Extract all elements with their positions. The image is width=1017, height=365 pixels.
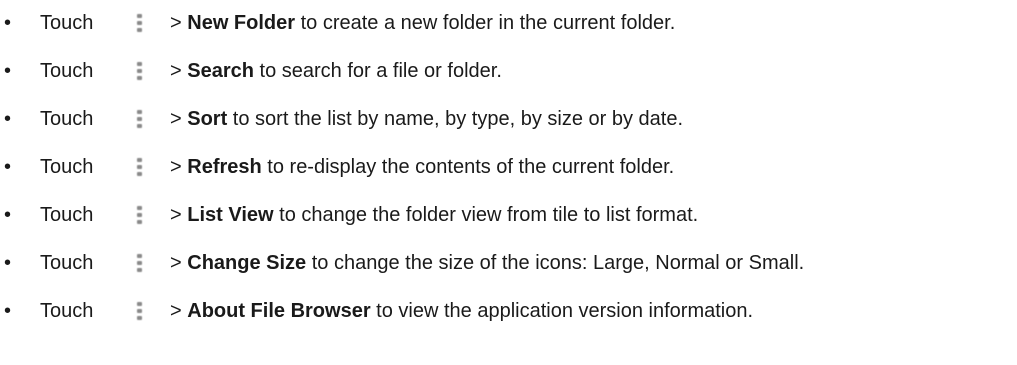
instruction-text: > Search to search for a file or folder. (170, 52, 502, 90)
command-name: List View (187, 204, 274, 226)
bullet: • (4, 252, 12, 274)
gt-sign: > (170, 204, 182, 226)
more-vert-icon (137, 302, 143, 324)
command-name: Refresh (187, 156, 262, 178)
command-description: to view the application version informat… (370, 300, 754, 322)
instruction-text: > Sort to sort the list by name, by type… (170, 100, 683, 138)
more-vert-icon (137, 206, 143, 228)
more-vert-icon (137, 62, 143, 84)
touch-label: Touch (40, 108, 94, 130)
list-item-about-file-browser: • Touch > About File Browser to view the… (0, 292, 1017, 340)
touch-label: Touch (40, 300, 94, 322)
list-item-new-folder: • Touch > New Folder to create a new fol… (0, 4, 1017, 52)
command-name: About File Browser (187, 300, 371, 322)
gt-sign: > (170, 300, 182, 322)
command-name: Sort (187, 108, 228, 130)
bullet: • (4, 300, 12, 322)
command-description: to change the size of the icons: Large, … (306, 252, 805, 274)
command-description: to create a new folder in the current fo… (295, 12, 676, 34)
gt-sign: > (170, 108, 182, 130)
list-item-refresh: • Touch > Refresh to re-display the cont… (0, 148, 1017, 196)
instruction-text: > Change Size to change the size of the … (170, 244, 804, 282)
more-vert-icon (137, 14, 143, 36)
instruction-text: > List View to change the folder view fr… (170, 196, 698, 234)
bullet: • (4, 60, 12, 82)
command-name: Change Size (187, 252, 307, 274)
command-description: to sort the list by name, by type, by si… (227, 108, 684, 130)
instruction-list: • Touch > New Folder to create a new fol… (0, 4, 1017, 340)
bullet: • (4, 204, 12, 226)
gt-sign: > (170, 156, 182, 178)
more-vert-icon (137, 254, 143, 276)
instruction-text: > Refresh to re-display the contents of … (170, 148, 674, 186)
touch-label: Touch (40, 12, 94, 34)
touch-label: Touch (40, 60, 94, 82)
command-name: New Folder (187, 12, 296, 34)
touch-label: Touch (40, 252, 94, 274)
bullet: • (4, 12, 12, 34)
command-description: to re-display the contents of the curren… (261, 156, 675, 178)
list-item-search: • Touch > Search to search for a file or… (0, 52, 1017, 100)
instruction-text: > About File Browser to view the applica… (170, 292, 753, 330)
gt-sign: > (170, 12, 182, 34)
list-item-sort: • Touch > Sort to sort the list by name,… (0, 100, 1017, 148)
instruction-text: > New Folder to create a new folder in t… (170, 4, 675, 42)
gt-sign: > (170, 252, 182, 274)
touch-label: Touch (40, 156, 94, 178)
more-vert-icon (137, 158, 143, 180)
bullet: • (4, 156, 12, 178)
command-name: Search (187, 60, 254, 82)
list-item-list-view: • Touch > List View to change the folder… (0, 196, 1017, 244)
command-description: to change the folder view from tile to l… (273, 204, 699, 226)
touch-label: Touch (40, 204, 94, 226)
list-item-change-size: • Touch > Change Size to change the size… (0, 244, 1017, 292)
more-vert-icon (137, 110, 143, 132)
gt-sign: > (170, 60, 182, 82)
bullet: • (4, 108, 12, 130)
command-description: to search for a file or folder. (253, 60, 502, 82)
